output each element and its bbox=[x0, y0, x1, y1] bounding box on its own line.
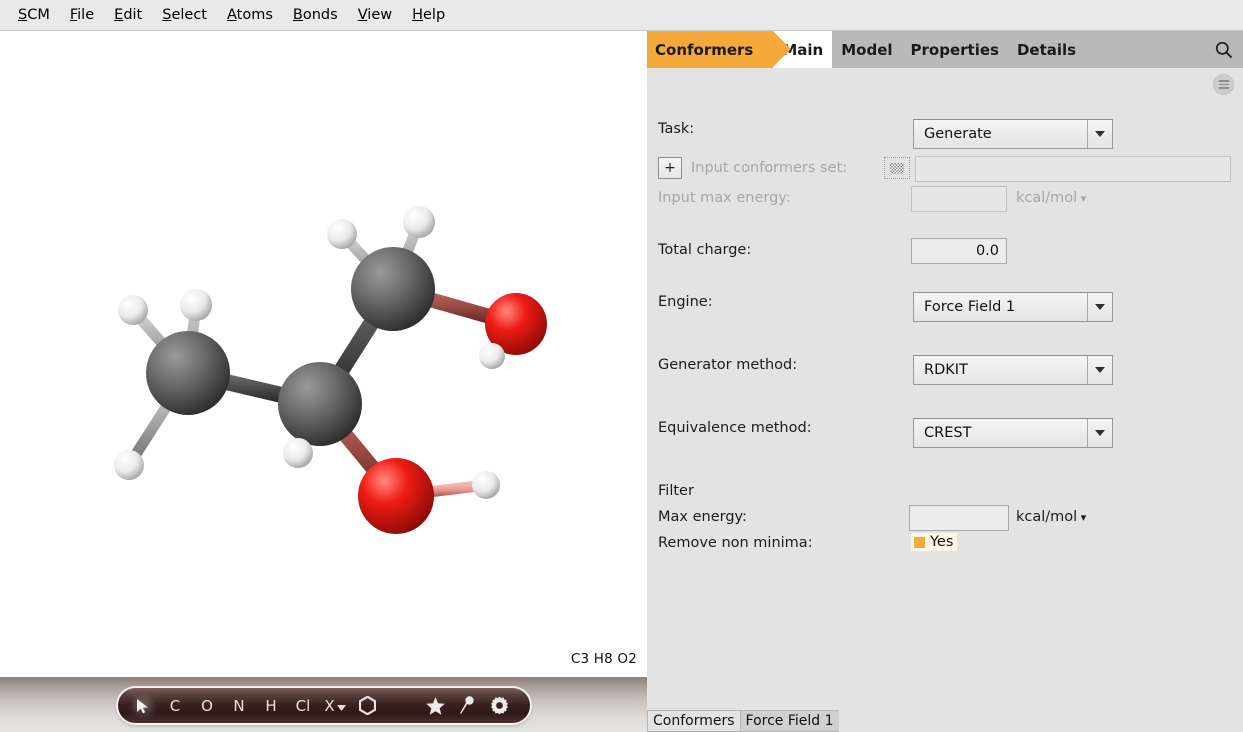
star-icon[interactable] bbox=[422, 693, 448, 719]
chevron-down-icon bbox=[337, 705, 346, 712]
tool-carbon[interactable]: C bbox=[162, 693, 188, 719]
tool-other-element[interactable]: X bbox=[322, 693, 348, 719]
input-max-energy-field[interactable] bbox=[911, 186, 1007, 212]
input-max-energy-unit-label: kcal/mol bbox=[1016, 190, 1077, 206]
checkbox-indicator bbox=[914, 537, 925, 548]
chevron-down-icon bbox=[1087, 356, 1112, 384]
hexagon-ring-icon[interactable] bbox=[354, 693, 380, 719]
input-max-energy-unit-dropdown[interactable]: kcal/mol ▾ bbox=[1016, 190, 1086, 206]
menu-item-bonds[interactable]: Bonds bbox=[283, 4, 348, 26]
tool-oxygen[interactable]: O bbox=[194, 693, 220, 719]
status-bar-filler bbox=[839, 710, 1243, 732]
other-element-label: X bbox=[324, 697, 334, 715]
wand-icon[interactable] bbox=[454, 693, 480, 719]
input-conformers-set-field[interactable] bbox=[915, 156, 1231, 182]
tab-details[interactable]: Details bbox=[1008, 31, 1085, 68]
remove-non-minima-label: Remove non minima: bbox=[658, 535, 813, 551]
remove-non-minima-value: Yes bbox=[930, 534, 953, 550]
menu-item-help[interactable]: Help bbox=[402, 4, 455, 26]
cursor-arrow-icon[interactable] bbox=[130, 693, 156, 719]
menu-item-edit[interactable]: Edit bbox=[104, 4, 152, 26]
equivalence-method-dropdown[interactable]: CREST bbox=[913, 418, 1113, 448]
menu-bar: SCM File Edit Select Atoms Bonds View He… bbox=[0, 0, 1243, 31]
max-energy-label: Max energy: bbox=[658, 509, 747, 525]
input-max-energy-label: Input max energy: bbox=[658, 190, 791, 206]
search-icon[interactable] bbox=[1205, 31, 1243, 68]
status-bar: Conformers Force Field 1 bbox=[647, 710, 1243, 732]
tab-bar-filler bbox=[1085, 31, 1205, 68]
engine-label: Engine: bbox=[658, 294, 713, 310]
generator-method-label: Generator method: bbox=[658, 357, 797, 373]
tab-properties[interactable]: Properties bbox=[902, 31, 1008, 68]
chevron-down-icon bbox=[1087, 120, 1112, 148]
menu-item-view[interactable]: View bbox=[348, 4, 402, 26]
generator-method-value: RDKIT bbox=[914, 362, 1087, 378]
molecule-toolbar: C O N H Cl X bbox=[118, 688, 530, 723]
tool-nitrogen[interactable]: N bbox=[226, 693, 252, 719]
dither-pattern-icon bbox=[890, 163, 904, 174]
application-window: SCM File Edit Select Atoms Bonds View He… bbox=[0, 0, 1243, 732]
menu-item-select[interactable]: Select bbox=[152, 4, 217, 26]
chevron-down-icon bbox=[1087, 293, 1112, 321]
max-energy-unit-label: kcal/mol bbox=[1016, 509, 1077, 525]
task-value: Generate bbox=[914, 126, 1087, 142]
max-energy-unit-dropdown[interactable]: kcal/mol ▾ bbox=[1016, 509, 1086, 525]
status-cell-task: Conformers bbox=[647, 710, 740, 732]
add-conformers-set-button[interactable]: + bbox=[658, 157, 682, 179]
panel-toolbar-row bbox=[647, 68, 1243, 99]
input-conformers-set-label: Input conformers set: bbox=[691, 160, 847, 176]
engine-dropdown[interactable]: Force Field 1 bbox=[913, 292, 1113, 322]
menu-item-atoms[interactable]: Atoms bbox=[217, 4, 283, 26]
menu-item-scm[interactable]: SCM bbox=[8, 4, 60, 26]
max-energy-field[interactable] bbox=[909, 505, 1009, 531]
task-label: Task: bbox=[658, 121, 694, 137]
equivalence-method-value: CREST bbox=[914, 425, 1087, 441]
molecule-3d-render bbox=[0, 31, 647, 677]
gear-icon[interactable] bbox=[486, 693, 512, 719]
browse-conformers-set-button[interactable] bbox=[884, 157, 910, 179]
total-charge-label: Total charge: bbox=[658, 242, 751, 258]
molecular-formula: C3 H8 O2 bbox=[571, 651, 637, 667]
task-dropdown[interactable]: Generate bbox=[913, 119, 1113, 149]
chevron-down-icon bbox=[1087, 419, 1112, 447]
menu-item-file[interactable]: File bbox=[60, 4, 104, 26]
remove-non-minima-checkbox[interactable]: Yes bbox=[911, 533, 957, 551]
total-charge-field[interactable]: 0.0 bbox=[911, 238, 1007, 264]
tab-model[interactable]: Model bbox=[832, 31, 901, 68]
generator-method-dropdown[interactable]: RDKIT bbox=[913, 355, 1113, 385]
panel-tab-bar: Conformers Main Model Properties Details bbox=[647, 31, 1243, 68]
tool-chlorine[interactable]: Cl bbox=[290, 693, 316, 719]
hamburger-icon[interactable] bbox=[1213, 74, 1234, 95]
tool-hydrogen[interactable]: H bbox=[258, 693, 284, 719]
equivalence-method-label: Equivalence method: bbox=[658, 420, 812, 436]
status-cell-engine: Force Field 1 bbox=[740, 710, 839, 732]
breadcrumb-conformers[interactable]: Conformers bbox=[647, 31, 773, 68]
engine-value: Force Field 1 bbox=[914, 299, 1087, 315]
filter-section-label: Filter bbox=[658, 483, 694, 499]
molecule-viewport[interactable]: C3 H8 O2 bbox=[0, 31, 647, 677]
